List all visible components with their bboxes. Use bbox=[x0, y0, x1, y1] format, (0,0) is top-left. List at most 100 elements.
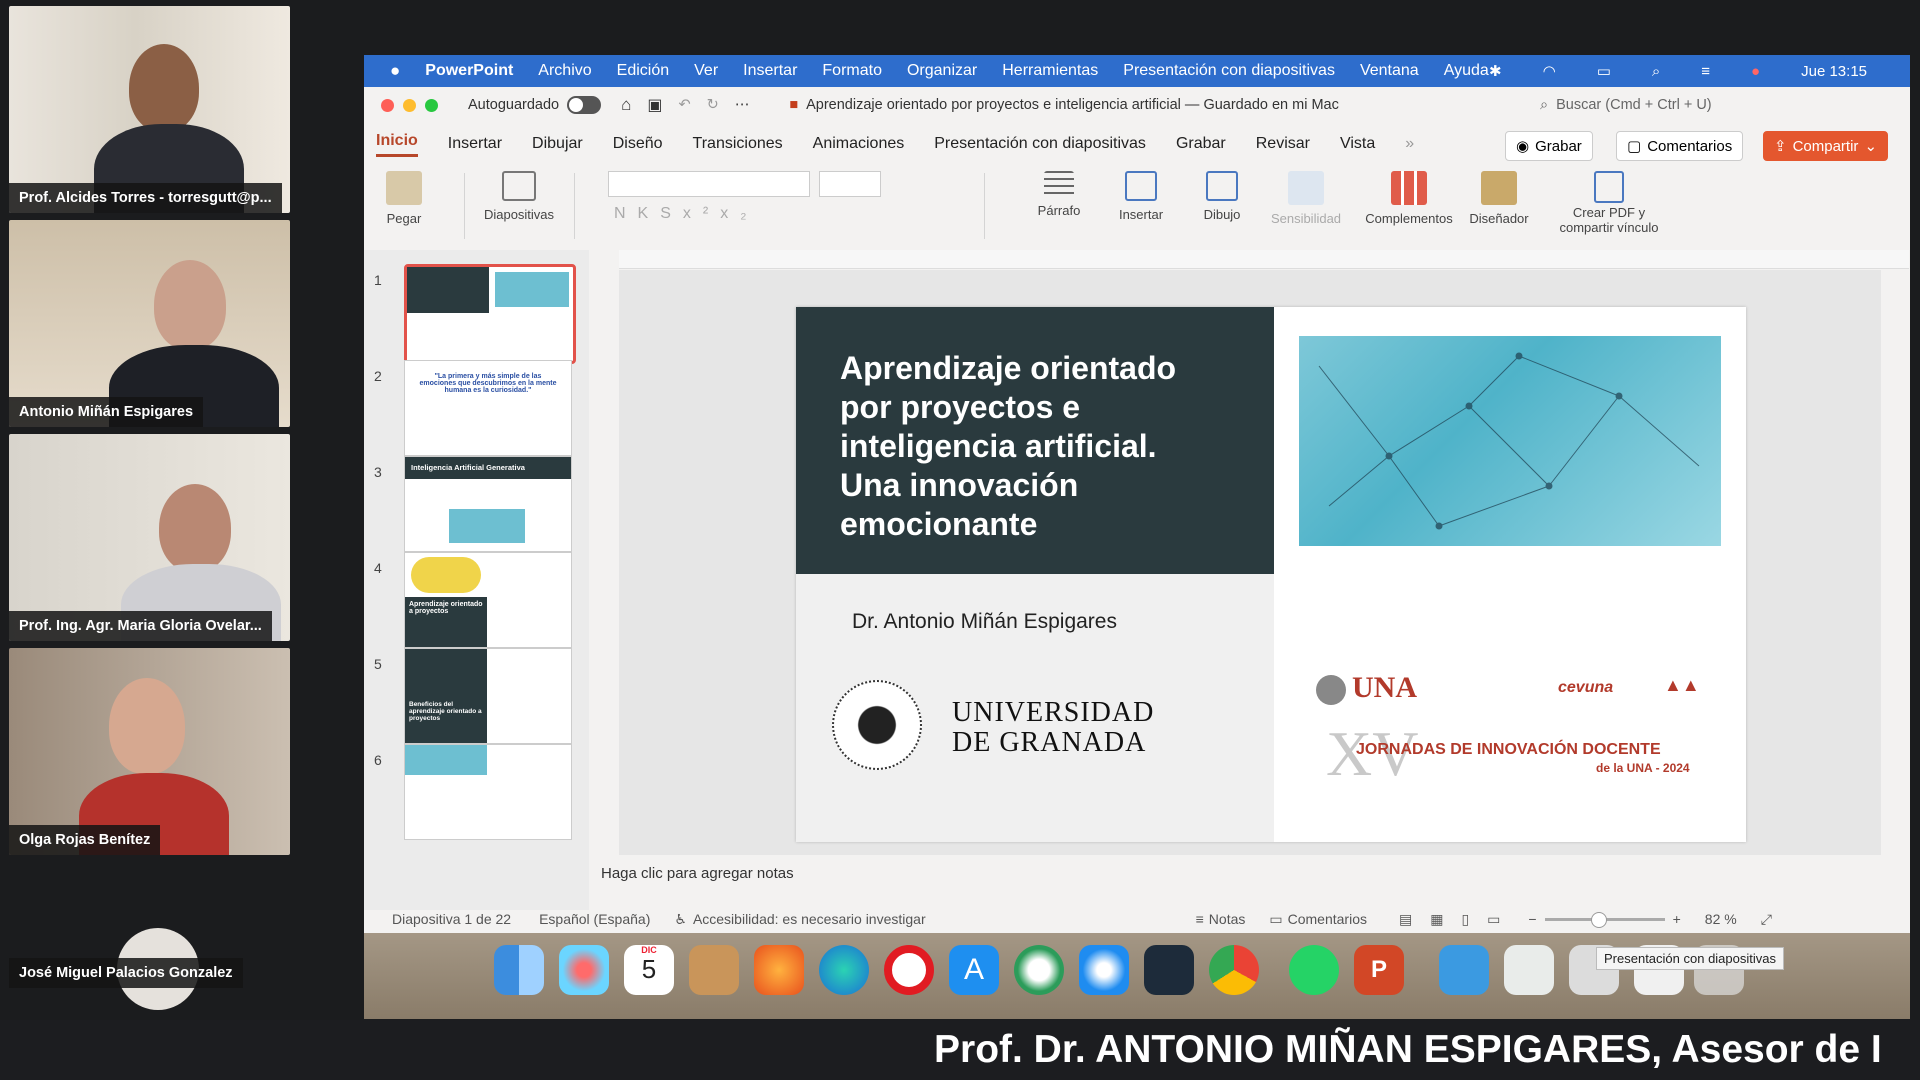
tab-animaciones[interactable]: Animaciones bbox=[813, 135, 905, 153]
menu-ventana[interactable]: Ventana bbox=[1360, 62, 1419, 80]
menu-ver[interactable]: Ver bbox=[694, 62, 718, 80]
wifi-icon[interactable]: ◠ bbox=[1543, 62, 1556, 80]
font-family-select[interactable] bbox=[608, 171, 810, 197]
more-tabs-icon[interactable]: » bbox=[1405, 135, 1414, 153]
share-button[interactable]: ⇪ Compartir ⌄ bbox=[1763, 131, 1889, 161]
participant-tile[interactable]: Antonio Miñán Espigares bbox=[9, 220, 290, 427]
contacts-icon[interactable] bbox=[689, 945, 739, 995]
slideshow-view-icon[interactable]: ▭ bbox=[1487, 911, 1500, 928]
slide-editor[interactable]: Aprendizaje orientado por proyectos e in… bbox=[619, 270, 1881, 855]
create-pdf-button[interactable]: Crear PDF y compartir vínculo bbox=[1544, 167, 1674, 235]
close-icon[interactable] bbox=[381, 98, 394, 112]
slides-button[interactable]: Diapositivas bbox=[474, 167, 564, 222]
slide-thumbnails[interactable]: 1 2 "La primera y más simple de las emoc… bbox=[364, 250, 589, 910]
tab-revisar[interactable]: Revisar bbox=[1256, 135, 1310, 153]
zoom-slider[interactable] bbox=[1544, 911, 1665, 928]
zoom-out-icon[interactable]: − bbox=[1528, 911, 1536, 927]
search-input[interactable]: ⌕ Buscar (Cmd + Ctrl + U) bbox=[1540, 92, 1880, 118]
powerpoint-icon[interactable]: P bbox=[1354, 945, 1404, 995]
participant-tile[interactable]: Prof. Alcides Torres - torresgutt@p... bbox=[9, 6, 290, 213]
launchpad-icon[interactable] bbox=[559, 945, 609, 995]
siri-icon[interactable]: ● bbox=[1751, 63, 1760, 80]
participant-tile[interactable]: Prof. Ing. Agr. Maria Gloria Ovelar... bbox=[9, 434, 290, 641]
tab-dibujar[interactable]: Dibujar bbox=[532, 135, 583, 153]
autosave-toggle[interactable] bbox=[567, 96, 602, 114]
thumbnail-slide-2[interactable]: "La primera y más simple de las emocione… bbox=[404, 360, 572, 456]
tab-grabar[interactable]: Grabar bbox=[1176, 135, 1226, 153]
designer-button[interactable]: Diseñador bbox=[1454, 167, 1544, 226]
notes-button[interactable]: Notas bbox=[1209, 911, 1246, 927]
author-name[interactable]: Dr. Antonio Miñán Espigares bbox=[852, 610, 1117, 634]
record-button[interactable]: ◉ Grabar bbox=[1505, 131, 1593, 161]
app-store-icon[interactable]: A bbox=[949, 945, 999, 995]
thumbnail-slide-1[interactable] bbox=[404, 264, 576, 364]
accessibility-status[interactable]: Accesibilidad: es necesario investigar bbox=[693, 911, 926, 927]
edge-icon[interactable] bbox=[819, 945, 869, 995]
finder-icon[interactable] bbox=[494, 945, 544, 995]
normal-view-icon[interactable]: ▤ bbox=[1399, 911, 1412, 928]
fit-to-window-icon[interactable]: ⤢ bbox=[1761, 911, 1772, 928]
sorter-view-icon[interactable]: ▦ bbox=[1430, 911, 1443, 928]
code-editor-icon[interactable] bbox=[1144, 945, 1194, 995]
insert-button[interactable]: Insertar bbox=[1096, 167, 1186, 222]
participant-tile[interactable]: José Miguel Palacios Gonzalez bbox=[9, 862, 290, 1012]
language[interactable]: Español (España) bbox=[539, 911, 650, 927]
redo-icon[interactable]: ↻ bbox=[707, 97, 719, 113]
maximize-icon[interactable] bbox=[425, 98, 438, 112]
font-format-icons[interactable]: NKSx²x₂ bbox=[614, 205, 758, 223]
thumbnail-slide-4[interactable]: Aprendizaje orientado a proyectos bbox=[404, 552, 572, 648]
zoom-slider-thumb[interactable] bbox=[1590, 911, 1607, 928]
undo-icon[interactable]: ↶ bbox=[679, 97, 691, 113]
paragraph-button[interactable]: Párrafo bbox=[1014, 167, 1104, 218]
tab-vista[interactable]: Vista bbox=[1340, 135, 1375, 153]
menu-edicion[interactable]: Edición bbox=[617, 62, 669, 80]
menu-formato[interactable]: Formato bbox=[822, 62, 882, 80]
zoom-in-icon[interactable]: + bbox=[1673, 911, 1681, 927]
bluetooth-icon[interactable]: ✱ bbox=[1489, 62, 1502, 80]
calendar-icon[interactable]: DIC 5 bbox=[624, 945, 674, 995]
drawing-button[interactable]: Dibujo bbox=[1177, 167, 1267, 222]
comments-status-button[interactable]: Comentarios bbox=[1288, 911, 1367, 927]
document-preview-icon[interactable] bbox=[1504, 945, 1554, 995]
menu-herramientas[interactable]: Herramientas bbox=[1002, 62, 1098, 80]
reading-view-icon[interactable]: ▯ bbox=[1461, 911, 1469, 928]
chrome-icon[interactable] bbox=[1209, 945, 1259, 995]
search-icon[interactable]: ⌕ bbox=[1652, 63, 1660, 80]
tab-diseno[interactable]: Diseño bbox=[613, 135, 663, 153]
font-size-select[interactable] bbox=[819, 171, 881, 197]
menu-ayuda[interactable]: Ayuda bbox=[1444, 62, 1489, 80]
opera-icon[interactable] bbox=[884, 945, 934, 995]
document-title[interactable]: Aprendizaje orientado por proyectos e in… bbox=[806, 97, 1339, 113]
firefox-icon[interactable] bbox=[754, 945, 804, 995]
menu-archivo[interactable]: Archivo bbox=[538, 62, 591, 80]
whatsapp-icon[interactable] bbox=[1289, 945, 1339, 995]
paste-button[interactable]: Pegar bbox=[364, 167, 444, 226]
globe-app-icon[interactable] bbox=[1014, 945, 1064, 995]
thumbnail-slide-5[interactable]: Beneficios del aprendizaje orientado a p… bbox=[404, 648, 572, 744]
slide-title[interactable]: Aprendizaje orientado por proyectos e in… bbox=[840, 349, 1240, 544]
thumbnail-slide-6[interactable] bbox=[404, 744, 572, 840]
home-icon[interactable]: ⌂ bbox=[621, 95, 631, 115]
notes-pane[interactable]: Haga clic para agregar notas bbox=[589, 855, 1909, 895]
current-slide[interactable]: Aprendizaje orientado por proyectos e in… bbox=[796, 307, 1746, 842]
sensitivity-button[interactable]: Sensibilidad bbox=[1261, 167, 1351, 226]
menu-organizar[interactable]: Organizar bbox=[907, 62, 977, 80]
tab-transiciones[interactable]: Transiciones bbox=[693, 135, 783, 153]
battery-icon[interactable]: ▭ bbox=[1597, 62, 1611, 80]
minimize-icon[interactable] bbox=[403, 98, 416, 112]
safari-icon[interactable] bbox=[1079, 945, 1129, 995]
addins-button[interactable]: Complementos bbox=[1364, 167, 1454, 226]
tab-inicio[interactable]: Inicio bbox=[376, 132, 418, 157]
more-icon[interactable]: ⋯ bbox=[735, 97, 750, 113]
zoom-level[interactable]: 82 % bbox=[1705, 911, 1737, 927]
comments-button[interactable]: ▢ Comentarios bbox=[1616, 131, 1744, 161]
tab-insertar[interactable]: Insertar bbox=[448, 135, 502, 153]
participant-tile[interactable]: Olga Rojas Benítez bbox=[9, 648, 290, 855]
menu-presentacion[interactable]: Presentación con diapositivas bbox=[1123, 62, 1335, 80]
save-icon[interactable]: ▣ bbox=[647, 95, 662, 115]
menu-app[interactable]: PowerPoint bbox=[425, 62, 513, 80]
apple-icon[interactable]: ● bbox=[390, 61, 400, 81]
control-center-icon[interactable]: ≡ bbox=[1701, 63, 1710, 80]
downloads-folder-icon[interactable] bbox=[1439, 945, 1489, 995]
network-image[interactable] bbox=[1299, 336, 1721, 546]
